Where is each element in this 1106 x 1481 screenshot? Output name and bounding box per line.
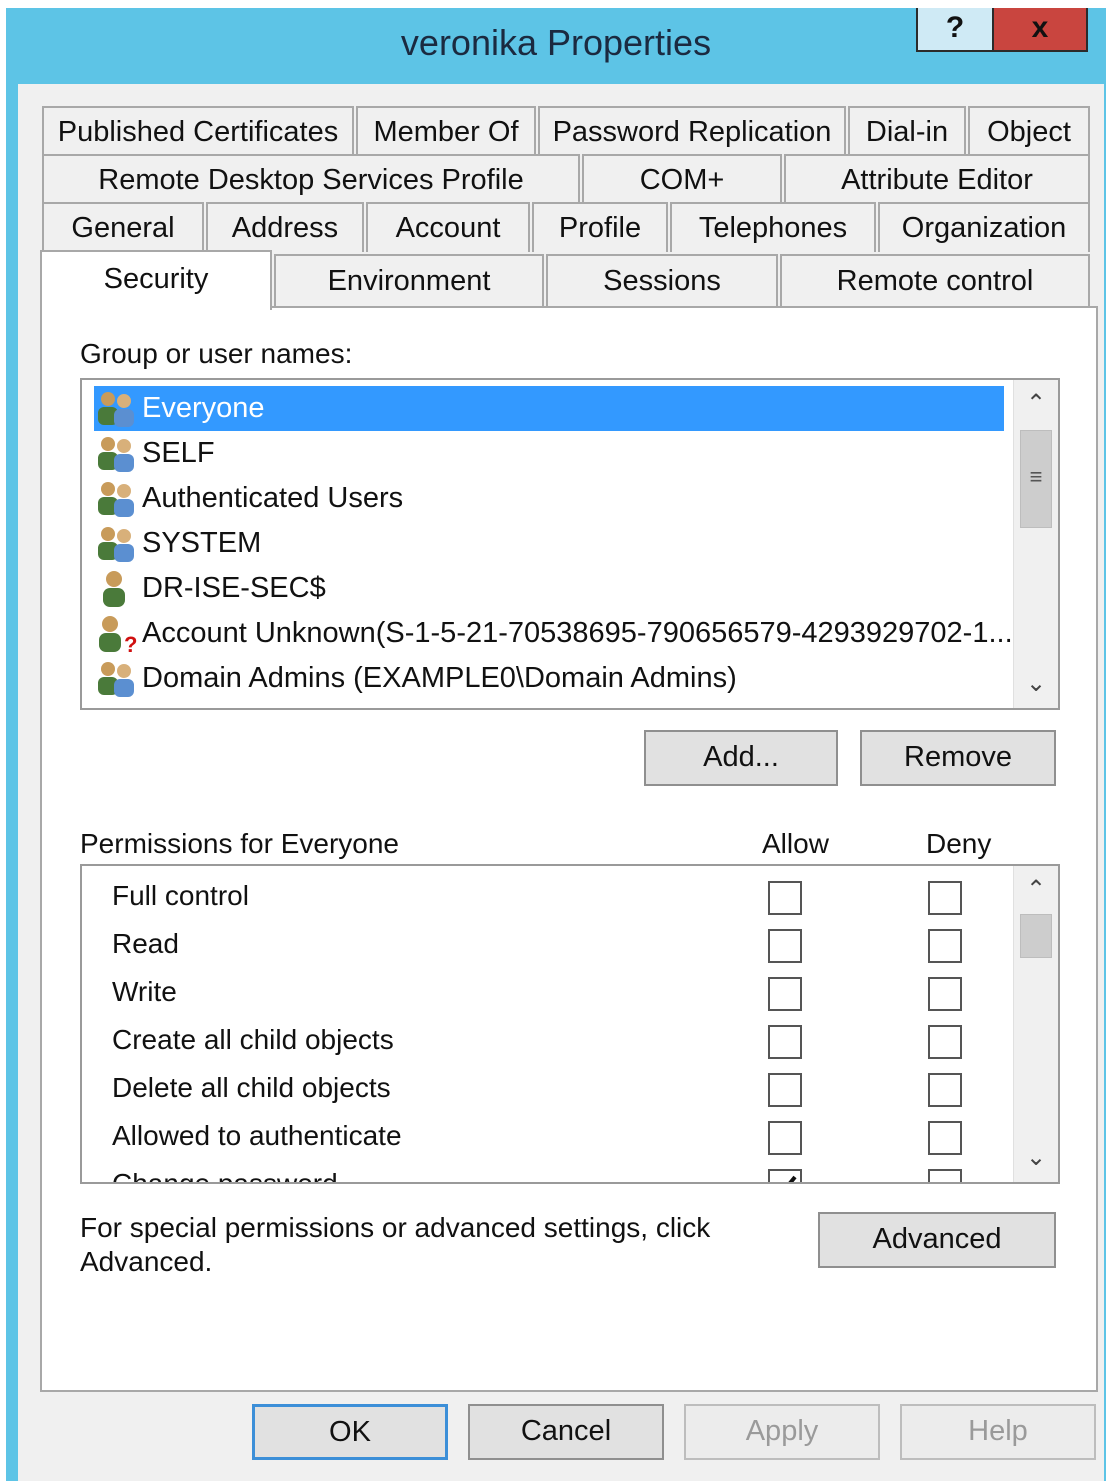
advanced-button[interactable]: Advanced <box>818 1212 1056 1268</box>
group-users-icon <box>98 527 134 563</box>
deny-checkbox[interactable] <box>928 1121 962 1155</box>
user-row-account-unknown[interactable]: ? Account Unknown(S-1-5-21-70538695-79065… <box>94 611 1013 656</box>
ok-button[interactable]: OK <box>252 1404 448 1460</box>
user-row-everyone[interactable]: Everyone <box>94 386 1004 431</box>
tab-published-certificates[interactable]: Published Certificates <box>42 106 354 156</box>
tab-com-plus[interactable]: COM+ <box>582 154 782 204</box>
user-row-domain-admins[interactable]: Domain Admins (EXAMPLE0\Domain Admins) <box>94 656 737 701</box>
tab-sessions[interactable]: Sessions <box>546 254 778 306</box>
deny-checkbox[interactable] <box>928 929 962 963</box>
group-users-icon <box>98 437 134 473</box>
tab-member-of[interactable]: Member Of <box>356 106 536 156</box>
tab-general[interactable]: General <box>42 202 204 252</box>
tab-profile[interactable]: Profile <box>532 202 668 252</box>
permission-name: Change password <box>112 1168 338 1184</box>
allow-checkbox[interactable] <box>768 881 802 915</box>
permission-name: Write <box>112 976 177 1007</box>
allow-checkbox[interactable] <box>768 1073 802 1107</box>
permission-name: Create all child objects <box>112 1024 394 1055</box>
permission-name: Allowed to authenticate <box>112 1120 402 1151</box>
security-tab-panel: Group or user names: Everyone SELF Authe… <box>40 306 1098 1392</box>
allow-checkbox[interactable] <box>768 1025 802 1059</box>
user-name: Account Unknown(S-1-5-21-70538695-790656… <box>142 617 1013 649</box>
tab-attribute-editor[interactable]: Attribute Editor <box>784 154 1090 204</box>
tab-remote-desktop-services-profile[interactable]: Remote Desktop Services Profile <box>42 154 580 204</box>
scroll-up-icon[interactable]: ⌃ <box>1014 870 1058 910</box>
remove-button[interactable]: Remove <box>860 730 1056 786</box>
tab-remote-control[interactable]: Remote control <box>780 254 1090 306</box>
deny-checkbox[interactable] <box>928 977 962 1011</box>
help-button[interactable]: ? <box>916 8 994 52</box>
deny-checkbox[interactable] <box>928 1169 962 1182</box>
tab-dial-in[interactable]: Dial-in <box>848 106 966 156</box>
title-bar[interactable]: veronika Properties ? x <box>6 8 1106 84</box>
svg-text:?: ? <box>124 632 137 654</box>
user-row-self[interactable]: SELF <box>94 431 215 476</box>
close-button[interactable]: x <box>992 8 1088 52</box>
scroll-thumb[interactable]: ≡ <box>1020 430 1052 528</box>
scroll-up-icon[interactable]: ⌃ <box>1014 384 1058 424</box>
single-user-icon <box>103 571 125 608</box>
user-row-dr-ise-sec[interactable]: DR-ISE-SEC$ <box>94 566 326 611</box>
tab-telephones[interactable]: Telephones <box>670 202 876 252</box>
user-name: DR-ISE-SEC$ <box>142 572 326 604</box>
permission-name: Delete all child objects <box>112 1072 391 1103</box>
properties-window: veronika Properties ? x Published Certif… <box>6 8 1106 1481</box>
tab-object[interactable]: Object <box>968 106 1090 156</box>
scroll-down-icon[interactable]: ⌄ <box>1014 664 1058 704</box>
scroll-down-icon[interactable]: ⌄ <box>1014 1138 1058 1178</box>
permission-name: Read <box>112 928 179 959</box>
add-button[interactable]: Add... <box>644 730 838 786</box>
user-name: Everyone <box>142 392 265 424</box>
deny-column-header: Deny <box>926 828 992 859</box>
cancel-button[interactable]: Cancel <box>468 1404 664 1460</box>
advanced-note-line1: For special permissions or advanced sett… <box>80 1212 711 1243</box>
allow-checkbox[interactable] <box>768 929 802 963</box>
tab-organization[interactable]: Organization <box>878 202 1090 252</box>
advanced-note-line2: Advanced. <box>80 1246 213 1277</box>
permission-name: Full control <box>112 880 249 911</box>
tab-account[interactable]: Account <box>366 202 530 252</box>
user-row-authenticated-users[interactable]: Authenticated Users <box>94 476 403 521</box>
allow-checkbox[interactable] <box>768 977 802 1011</box>
group-users-icon <box>98 392 134 428</box>
deny-checkbox[interactable] <box>928 881 962 915</box>
user-name: Authenticated Users <box>142 482 404 514</box>
tab-password-replication[interactable]: Password Replication <box>538 106 846 156</box>
user-row-system[interactable]: SYSTEM <box>94 521 261 566</box>
help-footer-button[interactable]: Help <box>900 1404 1096 1460</box>
deny-checkbox[interactable] <box>928 1073 962 1107</box>
group-or-user-names-label: Group or user names: <box>80 338 353 369</box>
group-users-icon <box>98 662 134 698</box>
dialog-client-area: Published Certificates Member Of Passwor… <box>18 84 1104 1481</box>
tab-environment[interactable]: Environment <box>274 254 544 306</box>
group-users-icon <box>98 482 134 518</box>
permissions-title: Permissions for Everyone <box>80 828 400 859</box>
user-list[interactable]: Everyone SELF Authenticated Users SYSTEM… <box>80 378 1060 710</box>
scroll-thumb[interactable] <box>1020 914 1052 958</box>
permissions-scrollbar[interactable]: ⌃ ⌄ <box>1013 866 1058 1182</box>
tab-security[interactable]: Security <box>40 250 272 310</box>
apply-button[interactable]: Apply <box>684 1404 880 1460</box>
user-name: SYSTEM <box>142 527 262 559</box>
user-name: SELF <box>142 437 215 469</box>
checkmark-icon <box>788 1175 797 1182</box>
permissions-list[interactable]: Full control Read Write Create all child… <box>80 864 1060 1184</box>
allow-checkbox[interactable] <box>768 1121 802 1155</box>
unknown-user-icon: ? <box>99 616 137 654</box>
user-list-scrollbar[interactable]: ⌃ ≡ ⌄ <box>1013 380 1058 708</box>
deny-checkbox[interactable] <box>928 1025 962 1059</box>
allow-checkbox-checked[interactable] <box>768 1169 802 1182</box>
allow-column-header: Allow <box>762 828 829 859</box>
user-name: Domain Admins (EXAMPLE0\Domain Admins) <box>142 662 737 694</box>
tab-address[interactable]: Address <box>206 202 364 252</box>
